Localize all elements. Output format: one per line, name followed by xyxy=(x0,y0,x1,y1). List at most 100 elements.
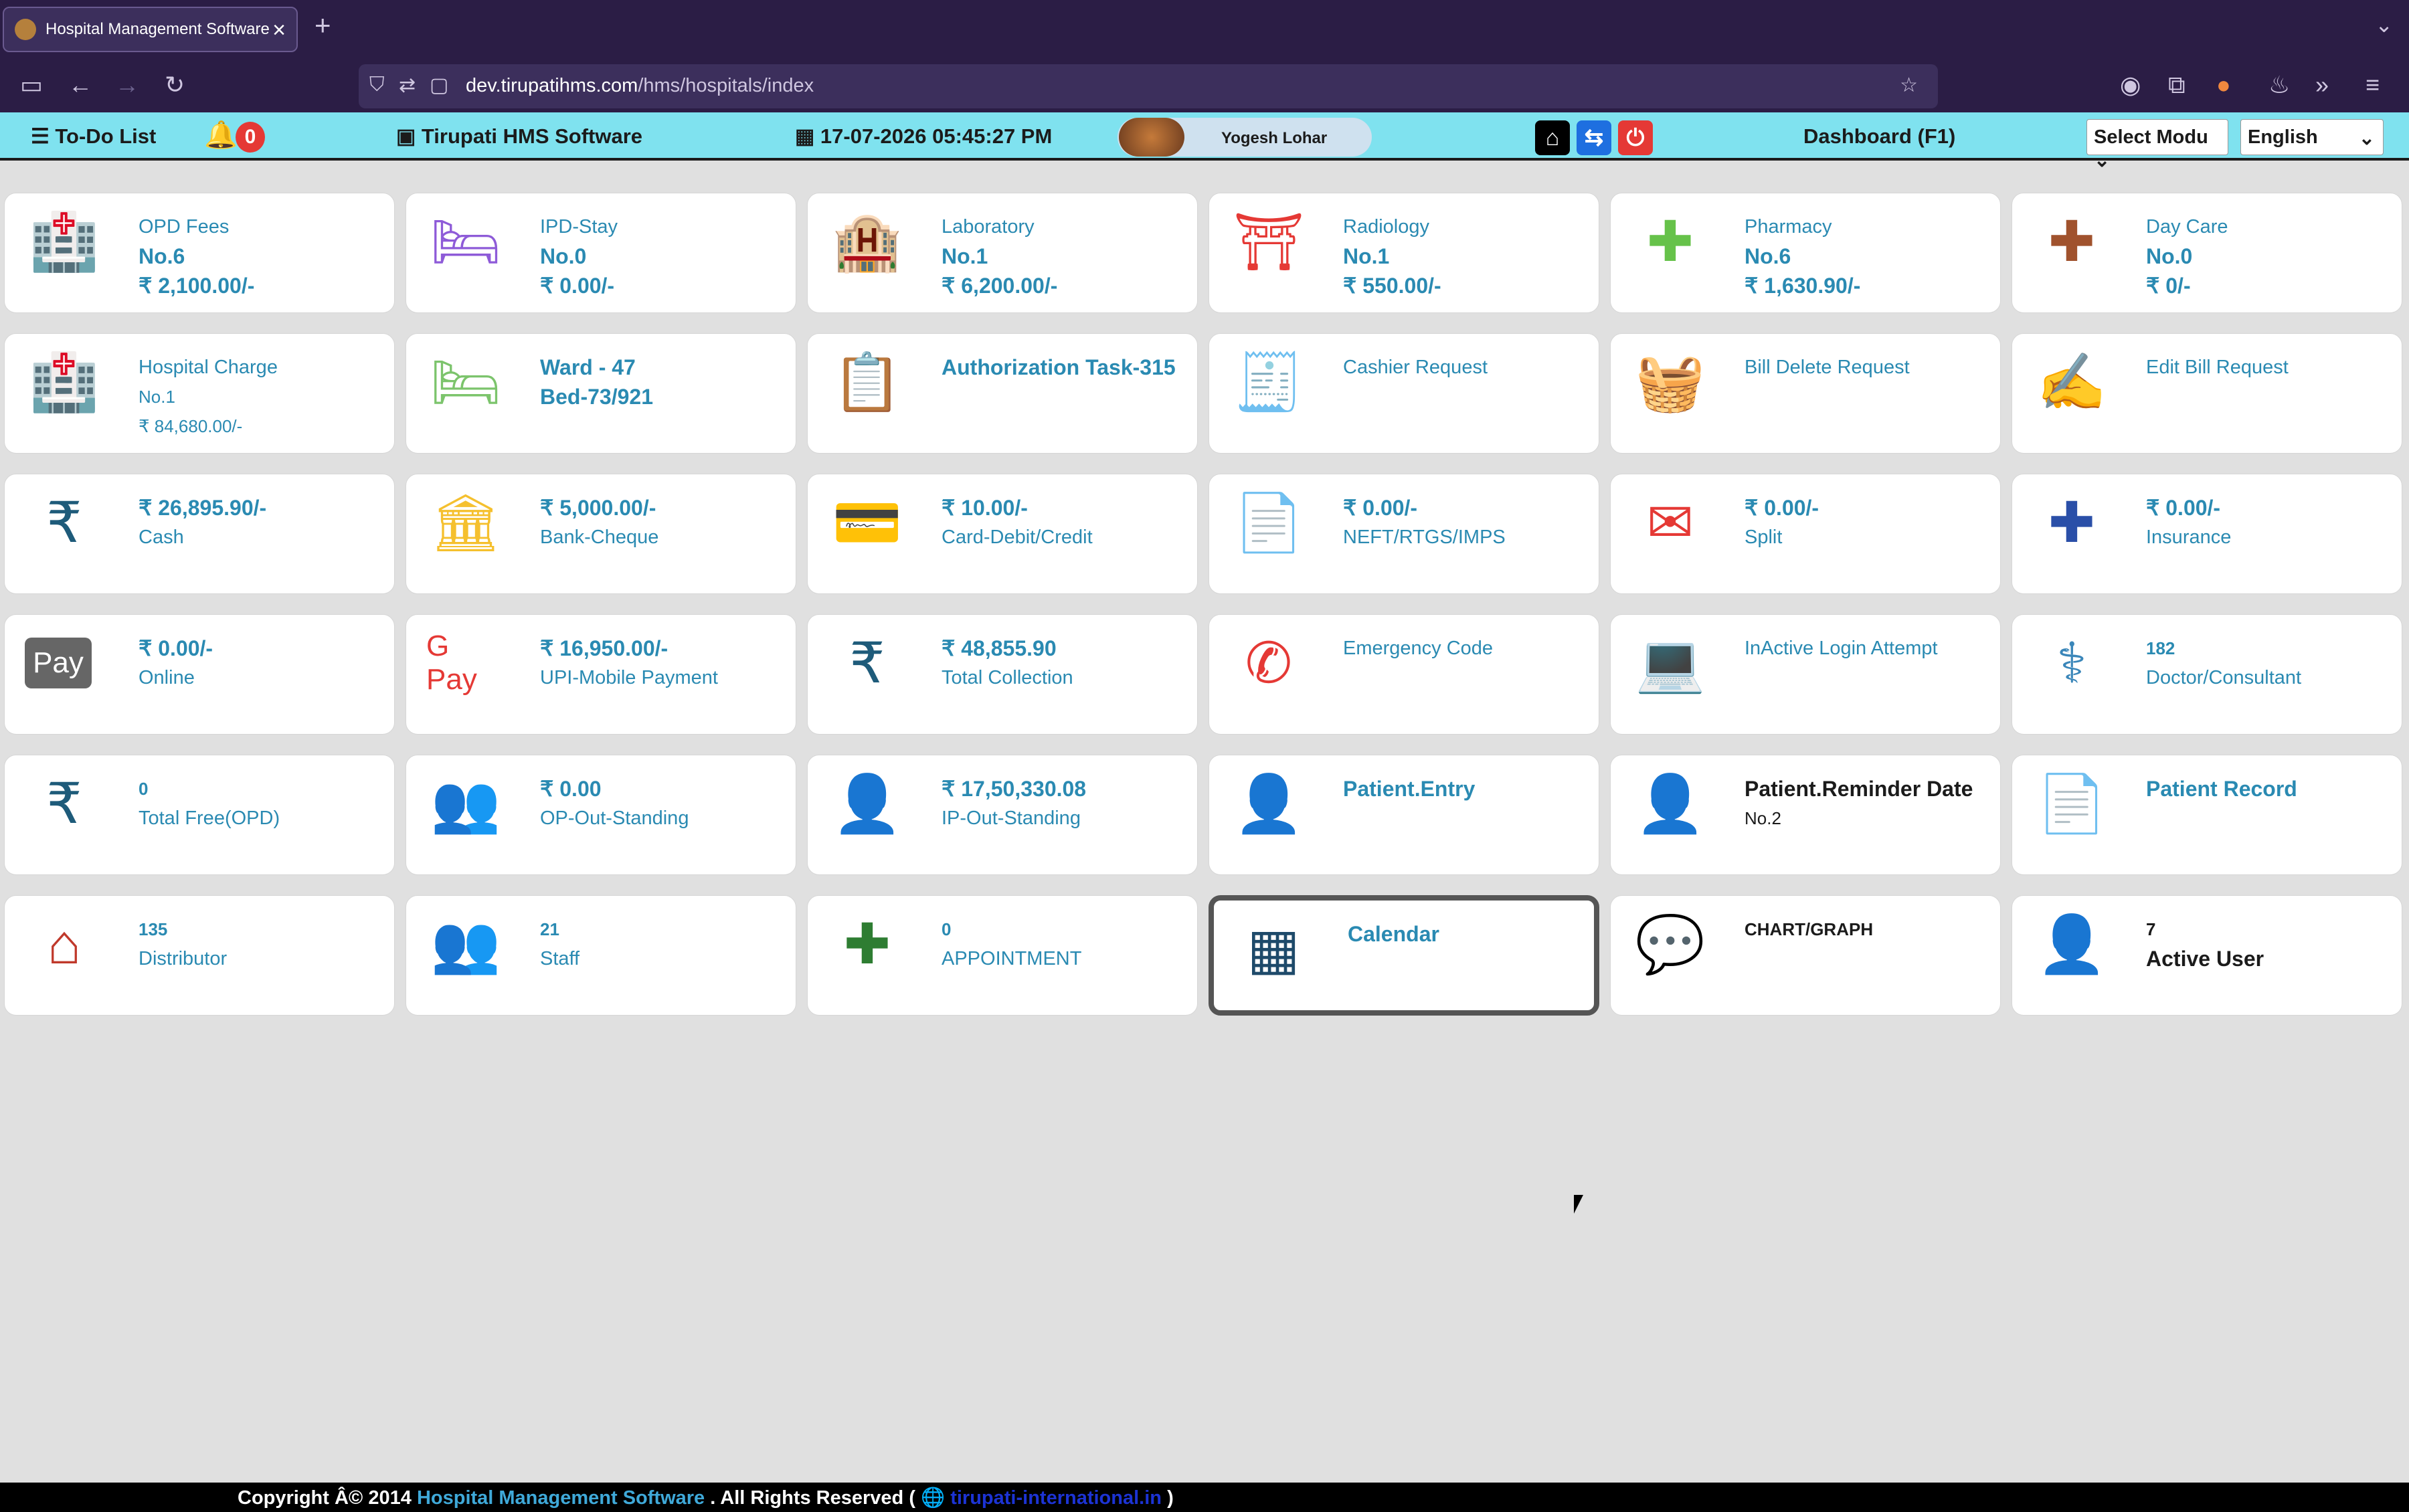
dashboard-card[interactable]: 🧾 Cashier Request xyxy=(1209,333,1599,454)
dashboard-card[interactable]: 🏥 Hospital Charge No.1 ₹ 84,680.00/- xyxy=(4,333,395,454)
dashboard-card[interactable]: ▦ Calendar xyxy=(1209,895,1599,1016)
dashboard-card[interactable]: 👤 Patient.Reminder Date No.2 xyxy=(1610,755,2001,875)
todo-list-link[interactable]: ☰ To-Do List xyxy=(31,124,156,149)
dashboard-link[interactable]: Dashboard (F1) xyxy=(1803,124,1955,149)
card-line-1: ₹ 16,950.00/- xyxy=(540,636,668,660)
new-tab-icon[interactable]: + xyxy=(315,9,331,41)
footer-website-link[interactable]: tirupati-international.in xyxy=(950,1487,1162,1509)
card-text: 0 APPOINTMENT xyxy=(942,915,1081,973)
dashboard-card[interactable]: ⌂ 135 Distributor xyxy=(4,895,395,1016)
dashboard-card[interactable]: ⛩ Radiology No.1 ₹ 550.00/- xyxy=(1209,193,1599,313)
home-button[interactable]: ⌂ xyxy=(1535,120,1570,155)
card-line-2: Bank-Cheque xyxy=(540,527,659,548)
overflow-chevrons-icon[interactable]: » xyxy=(2315,71,2329,99)
shield-icon[interactable]: ⛉ xyxy=(369,74,385,96)
dashboard-card[interactable]: ✚ 0 APPOINTMENT xyxy=(807,895,1198,1016)
dashboard-card[interactable]: 👤 7 Active User xyxy=(2012,895,2402,1016)
home-icon: ⌂ xyxy=(1545,125,1560,151)
apple-pay-icon: Pay xyxy=(25,638,92,688)
bell-icon[interactable]: 🔔 xyxy=(204,119,238,151)
bed-pulse-icon: 🛏 xyxy=(430,209,502,273)
card-text: OPD Fees No.6 ₹ 2,100.00/- xyxy=(139,212,254,300)
card-line-1: Laboratory xyxy=(942,216,1035,238)
card-text: ₹ 0.00/- NEFT/RTGS/IMPS xyxy=(1343,493,1506,552)
logout-button[interactable]: ⏻ xyxy=(1618,120,1653,155)
task-board-icon: 📋 xyxy=(832,350,903,413)
brand-title: ▣ Tirupati HMS Software xyxy=(396,124,642,149)
card-text: ₹ 5,000.00/- Bank-Cheque xyxy=(540,493,658,552)
dashboard-card[interactable]: ✚ Day Care No.0 ₹ 0/- xyxy=(2012,193,2402,313)
card-line-2: Total Collection xyxy=(942,667,1073,688)
dashboard-card[interactable]: 🧺 Bill Delete Request xyxy=(1610,333,2001,454)
card-line-1: Patient.Reminder Date xyxy=(1745,777,1973,801)
dashboard-card[interactable]: ✚ ₹ 0.00/- Insurance xyxy=(2012,474,2402,594)
card-line-1: Ward - 47 xyxy=(540,355,636,379)
dashboard-card[interactable]: ✉ ₹ 0.00/- Split xyxy=(1610,474,2001,594)
app-header: ☰ To-Do List 🔔 0 ▣ Tirupati HMS Software… xyxy=(0,112,2409,171)
address-bar[interactable]: ⛉ ⇄ ▢ dev.tirupatihms.com/hms/hospitals/… xyxy=(359,64,1938,108)
page-icon[interactable]: ▢ xyxy=(430,74,448,97)
dashboard-card[interactable]: 🏨 Laboratory No.1 ₹ 6,200.00/- xyxy=(807,193,1198,313)
user-profile[interactable]: Yogesh Lohar xyxy=(1118,118,1372,157)
dashboard-card[interactable]: 👥 21 Staff xyxy=(406,895,796,1016)
sidebar-toggle-icon[interactable]: ▭ xyxy=(20,71,43,99)
dashboard-card[interactable]: G Pay ₹ 16,950.00/- UPI-Mobile Payment xyxy=(406,614,796,735)
dashboard-card[interactable]: ✚ Pharmacy No.6 ₹ 1,630.90/- xyxy=(1610,193,2001,313)
browser-tab[interactable]: Hospital Management Software × xyxy=(3,7,298,52)
card-line-3: ₹ 6,200.00/- xyxy=(942,274,1058,298)
dashboard-card[interactable]: 🏛 ₹ 5,000.00/- Bank-Cheque xyxy=(406,474,796,594)
dashboard-card[interactable]: 🛏 IPD-Stay No.0 ₹ 0.00/- xyxy=(406,193,796,313)
tab-list-chevron-icon[interactable]: ⌄ xyxy=(2375,12,2393,37)
card-text: 182 Doctor/Consultant xyxy=(2146,634,2301,692)
card-line-2: Cash xyxy=(139,527,184,548)
extensions-icon[interactable]: ⧉ xyxy=(2168,71,2185,100)
card-line-2: APPOINTMENT xyxy=(942,948,1082,969)
dashboard-card[interactable]: ₹ ₹ 26,895.90/- Cash xyxy=(4,474,395,594)
tab-title: Hospital Management Software xyxy=(46,20,270,38)
card-line-1: Edit Bill Request xyxy=(2146,357,2289,378)
extension-avatar-icon[interactable]: ● xyxy=(2216,71,2231,99)
notification-badge[interactable]: 0 xyxy=(236,122,265,153)
dashboard-card[interactable]: 💻 InActive Login Attempt xyxy=(1610,614,2001,735)
card-text: Laboratory No.1 ₹ 6,200.00/- xyxy=(942,212,1057,300)
bookmark-star-icon[interactable]: ☆ xyxy=(1900,74,1918,97)
dashboard-card[interactable]: Pay ₹ 0.00/- Online xyxy=(4,614,395,735)
dashboard-card[interactable]: 👥 ₹ 0.00 OP-Out-Standing xyxy=(406,755,796,875)
url-text[interactable]: dev.tirupatihms.com/hms/hospitals/index xyxy=(466,75,814,97)
dashboard-card[interactable]: 💬 CHART/GRAPH xyxy=(1610,895,2001,1016)
user-name: Yogesh Lohar xyxy=(1221,129,1328,147)
torii-gate-icon: ⛩ xyxy=(1233,209,1305,273)
envelope-open-icon: ✉ xyxy=(1646,491,1694,554)
switch-button[interactable]: ⇆ xyxy=(1577,120,1611,155)
dashboard-card[interactable]: 📄 Patient Record xyxy=(2012,755,2402,875)
dashboard-card[interactable]: 💳 ₹ 10.00/- Card-Debit/Credit xyxy=(807,474,1198,594)
dashboard-card[interactable]: 👤 Patient.Entry xyxy=(1209,755,1599,875)
card-line-2: Distributor xyxy=(139,948,228,969)
rupee-icon: ₹ xyxy=(46,491,82,554)
language-select[interactable]: English ⌄ xyxy=(2240,119,2384,155)
dashboard-card[interactable]: 🛏 Ward - 47 Bed-73/921 xyxy=(406,333,796,454)
dashboard-card[interactable]: ₹0 Total Free(OPD) xyxy=(4,755,395,875)
medical-plus-icon: ✚ xyxy=(1646,210,1694,273)
account-icon[interactable]: ◉ xyxy=(2120,71,2141,99)
reload-icon[interactable]: ↻ xyxy=(165,71,185,99)
dashboard-card[interactable]: ⚕ 182 Doctor/Consultant xyxy=(2012,614,2402,735)
module-select[interactable]: Select Modu ⌄ xyxy=(2086,119,2228,171)
back-icon[interactable]: ← xyxy=(68,71,92,99)
document-icon: 📄 xyxy=(1233,490,1304,554)
card-line-1: Authorization Task-315 xyxy=(942,355,1176,379)
menu-icon[interactable]: ≡ xyxy=(2366,71,2380,99)
dashboard-card[interactable]: 📄 ₹ 0.00/- NEFT/RTGS/IMPS xyxy=(1209,474,1599,594)
forward-icon[interactable]: → xyxy=(115,71,139,99)
close-tab-icon[interactable]: × xyxy=(272,17,286,43)
card-text: ₹ 16,950.00/- UPI-Mobile Payment xyxy=(540,634,718,692)
dashboard-card[interactable]: ✍ Edit Bill Request xyxy=(2012,333,2402,454)
dashboard-card[interactable]: 👤 ₹ 17,50,330.08 IP-Out-Standing xyxy=(807,755,1198,875)
dashboard-card[interactable]: ₹ ₹ 48,855.90 Total Collection xyxy=(807,614,1198,735)
dashboard-card[interactable]: ✆ Emergency Code xyxy=(1209,614,1599,735)
flame-icon[interactable]: ♨ xyxy=(2268,71,2290,99)
dashboard-card[interactable]: 🏥 OPD Fees No.6 ₹ 2,100.00/- xyxy=(4,193,395,313)
card-text: 21 Staff xyxy=(540,915,579,973)
permissions-icon[interactable]: ⇄ xyxy=(399,74,416,97)
dashboard-card[interactable]: 📋 Authorization Task-315 xyxy=(807,333,1198,454)
